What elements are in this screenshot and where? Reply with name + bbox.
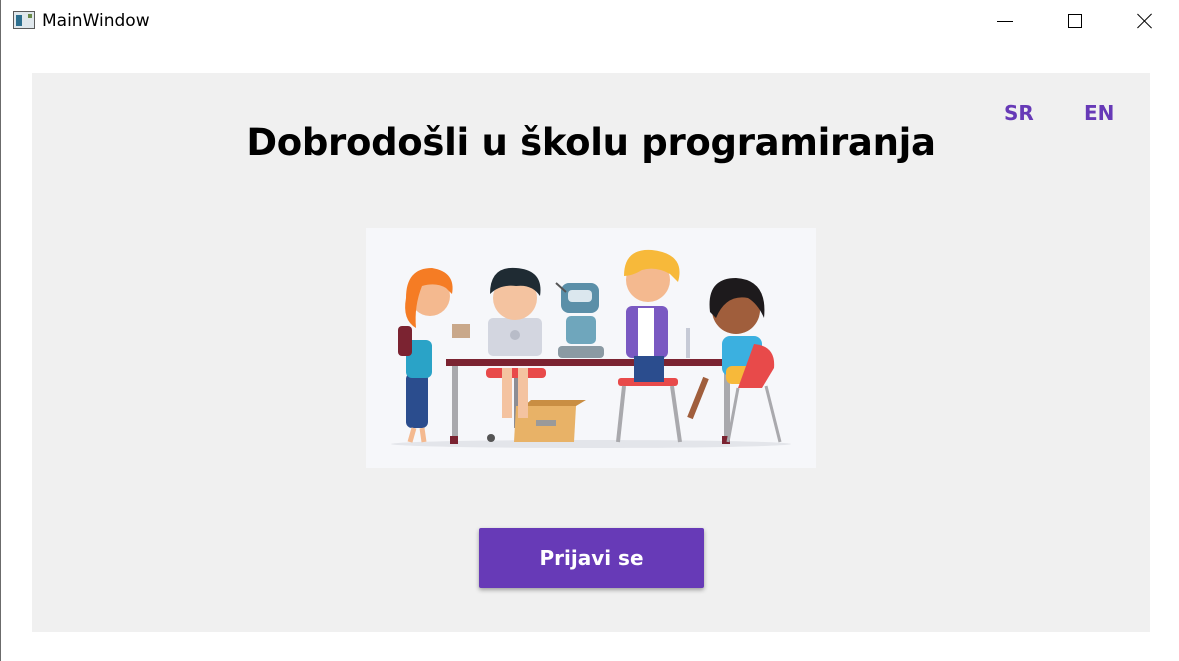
welcome-panel: SR EN Dobrodošli u školu programiranja P… (32, 73, 1150, 632)
window-title: MainWindow (42, 11, 150, 31)
page-title: Dobrodošli u školu programiranja (246, 121, 936, 164)
minimize-icon (997, 20, 1013, 22)
main-window: MainWindow SR EN Dobrodošli u školu prog… (0, 0, 1179, 661)
close-button[interactable] (1110, 0, 1179, 42)
minimize-button[interactable] (970, 0, 1040, 42)
maximize-icon (1068, 14, 1082, 28)
kids-coding-illustration (391, 249, 791, 448)
title-bar: MainWindow (1, 0, 1179, 42)
close-icon (1137, 13, 1153, 29)
hero-illustration (366, 228, 816, 468)
maximize-button[interactable] (1040, 0, 1110, 42)
app-window-icon (13, 11, 35, 29)
login-button[interactable]: Prijavi se (479, 528, 704, 588)
